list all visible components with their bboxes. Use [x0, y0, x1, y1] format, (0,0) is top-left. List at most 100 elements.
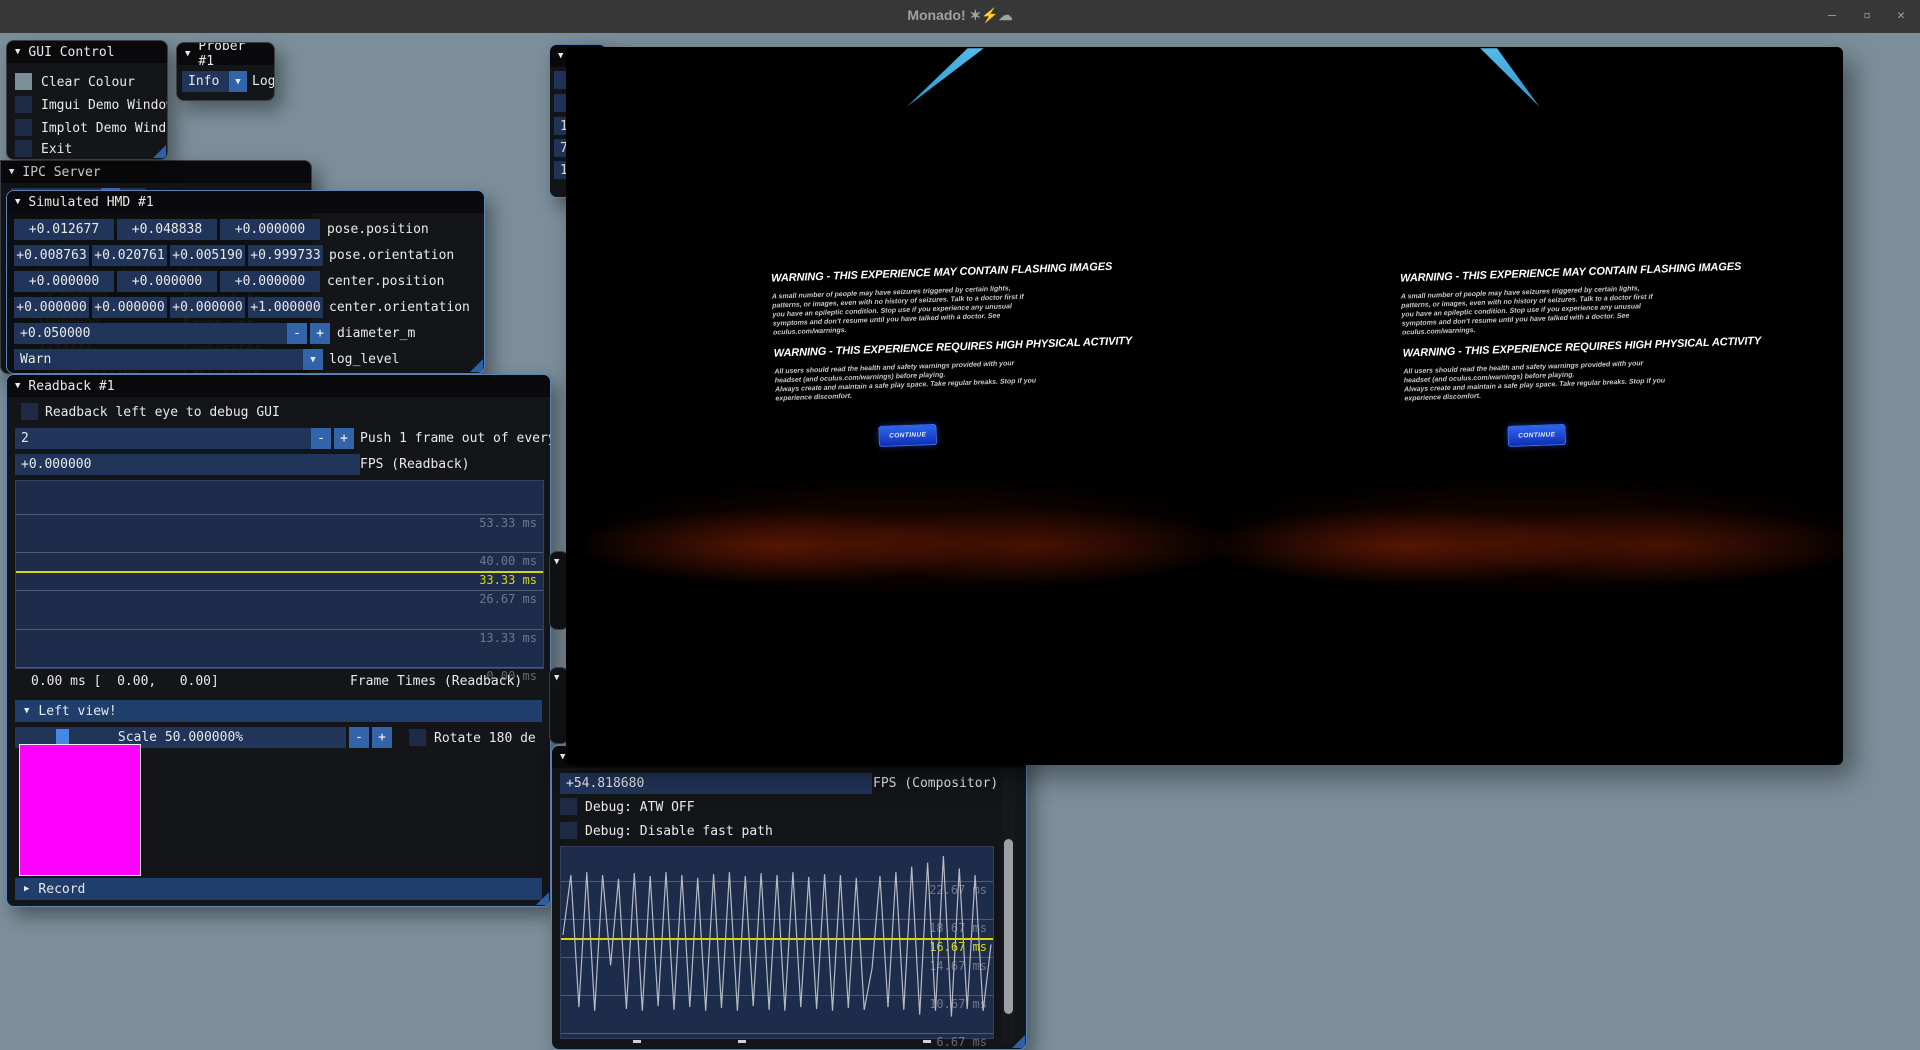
push-frames-minus-button[interactable]: -: [311, 428, 331, 449]
imgui-demo-checkbox[interactable]: [15, 96, 32, 113]
readback-left-eye-label: Readback left eye to debug GUI: [45, 405, 280, 420]
resize-grip[interactable]: [1012, 1035, 1025, 1048]
collapse-arrow-icon: ▼: [554, 673, 559, 683]
prober-log-label: Log: [252, 74, 275, 89]
prober-combo-value: Info: [188, 74, 219, 89]
implot-demo-checkbox[interactable]: [15, 119, 32, 136]
scrollbar-thumb[interactable]: [1004, 839, 1013, 1014]
exit-checkbox[interactable]: [15, 140, 32, 157]
diameter-input[interactable]: +0.050000: [14, 323, 290, 344]
prober-title: Prober #1: [198, 42, 266, 69]
collapse-arrow-icon[interactable]: ▼: [15, 197, 20, 207]
readback-plot-title: Frame Times (Readback): [350, 674, 522, 689]
center-position-x[interactable]: +0.000000: [14, 271, 114, 292]
log-level-combo-arrow[interactable]: ▼: [303, 349, 323, 370]
debug-atw-checkbox[interactable]: [560, 798, 577, 815]
plot-grid-label: 13.33 ms: [479, 631, 537, 645]
left-eye-warning-panel: WARNING - THIS EXPERIENCE MAY CONTAIN FL…: [771, 263, 1039, 450]
center-orientation-z[interactable]: +0.000000: [170, 297, 245, 318]
chevron-down-icon: ▼: [310, 355, 315, 365]
resize-grip[interactable]: [470, 359, 483, 372]
implot-demo-label: Implot Demo Window: [41, 121, 168, 136]
minimize-button[interactable]: –: [1822, 8, 1842, 23]
clipped-text-fragment: [923, 1040, 931, 1043]
scale-slider-label: Scale 50.000000%: [15, 730, 346, 745]
right-eye-streak: [1476, 47, 1546, 109]
readback-title: Readback #1: [28, 379, 114, 394]
pose-position-x[interactable]: +0.012677: [14, 219, 114, 240]
center-position-z[interactable]: +0.000000: [220, 271, 320, 292]
exit-label: Exit: [41, 142, 72, 157]
pose-position-y[interactable]: +0.048838: [117, 219, 217, 240]
compositor-frame-times-plot: 22.67 ms18.67 ms16.67 ms14.67 ms10.67 ms…: [560, 846, 994, 1039]
close-button[interactable]: ✕: [1891, 8, 1911, 23]
ipc-title-bar[interactable]: ▼ IPC Server: [1, 161, 311, 183]
prober-log-combo[interactable]: Info: [182, 71, 235, 92]
left-view-header[interactable]: ▼ Left view!: [15, 700, 542, 722]
push-frames-plus-button[interactable]: +: [334, 428, 354, 449]
warning-flashing-body: A small number of people may have seizur…: [1401, 283, 1664, 337]
pose-orientation-x[interactable]: +0.008763: [14, 245, 89, 266]
diameter-minus-button[interactable]: -: [287, 323, 307, 344]
center-position-y[interactable]: +0.000000: [117, 271, 217, 292]
collapse-arrow-icon[interactable]: ▼: [558, 51, 563, 61]
clear-colour-swatch[interactable]: [15, 73, 32, 90]
warning-activity-title: WARNING - THIS EXPERIENCE REQUIRES HIGH …: [1403, 338, 1665, 360]
left-eye-preview-image: [19, 744, 141, 876]
vr-compositor-view: WARNING - THIS EXPERIENCE MAY CONTAIN FL…: [566, 47, 1843, 765]
hmd-title-bar[interactable]: ▼ Simulated HMD #1: [7, 191, 484, 213]
gui-control-title-bar[interactable]: ▼ GUI Control: [7, 41, 167, 63]
collapse-arrow-icon[interactable]: ▼: [185, 49, 190, 59]
resize-grip[interactable]: [536, 892, 549, 905]
pose-position-z[interactable]: +0.000000: [220, 219, 320, 240]
warning-activity-title: WARNING - THIS EXPERIENCE REQUIRES HIGH …: [774, 338, 1036, 360]
collapse-arrow-icon[interactable]: ▼: [560, 752, 565, 762]
log-level-combo[interactable]: Warn: [14, 349, 309, 370]
collapse-arrow-icon: ▼: [24, 706, 29, 716]
clear-colour-label: Clear Colour: [41, 75, 135, 90]
right-eye-warning-panel: WARNING - THIS EXPERIENCE MAY CONTAIN FL…: [1400, 263, 1668, 450]
diameter-label: diameter_m: [337, 326, 415, 341]
record-header[interactable]: ▶ Record: [15, 878, 542, 900]
resize-grip[interactable]: [153, 145, 166, 158]
frame-times-series: [561, 847, 993, 1038]
continue-button: CONTINUE: [1507, 424, 1566, 447]
prober-combo-arrow[interactable]: ▼: [229, 71, 247, 92]
prober-title-bar[interactable]: ▼ Prober #1: [177, 43, 274, 65]
center-orientation-label: center.orientation: [329, 300, 470, 315]
plot-gridline: [16, 571, 543, 573]
push-frames-input[interactable]: 2: [15, 428, 315, 449]
readback-left-eye-checkbox[interactable]: [21, 403, 38, 420]
pose-orientation-z[interactable]: +0.005190: [170, 245, 245, 266]
plot-grid-label: 53.33 ms: [479, 516, 537, 530]
right-eye-horizon-glow: [1214, 447, 1843, 627]
scale-minus-button[interactable]: -: [349, 727, 369, 748]
diameter-plus-button[interactable]: +: [310, 323, 330, 344]
readback-title-bar[interactable]: ▼ Readback #1: [7, 375, 550, 397]
pose-orientation-w[interactable]: +0.999733: [248, 245, 323, 266]
collapse-arrow-icon[interactable]: ▼: [9, 167, 14, 177]
center-orientation-y[interactable]: +0.000000: [92, 297, 167, 318]
record-title: Record: [38, 882, 85, 897]
debug-fast-path-checkbox[interactable]: [560, 822, 577, 839]
center-position-label: center.position: [327, 274, 444, 289]
plot-grid-label: 40.00 ms: [479, 554, 537, 568]
plot-gridline: [16, 667, 543, 668]
pose-orientation-label: pose.orientation: [329, 248, 454, 263]
collapse-arrow-icon[interactable]: ▼: [15, 381, 20, 391]
window-simulated-hmd: ▼ Simulated HMD #1 +0.012677 +0.048838 +…: [6, 190, 485, 374]
readback-fps-input[interactable]: +0.000000: [15, 454, 360, 475]
collapse-arrow-icon[interactable]: ▼: [15, 47, 20, 57]
plot-grid-label: 33.33 ms: [479, 573, 537, 587]
maximize-button[interactable]: ▫: [1857, 8, 1877, 23]
compositor-fps-input[interactable]: +54.818680: [560, 773, 872, 794]
pose-orientation-y[interactable]: +0.020761: [92, 245, 167, 266]
gui-control-title: GUI Control: [28, 45, 114, 60]
scale-plus-button[interactable]: +: [372, 727, 392, 748]
center-orientation-w[interactable]: +1.000000: [248, 297, 323, 318]
warning-flashing-title: WARNING - THIS EXPERIENCE MAY CONTAIN FL…: [771, 263, 1033, 285]
rotate-180-checkbox[interactable]: [409, 729, 426, 746]
readback-frame-times-plot: 53.33 ms40.00 ms33.33 ms26.67 ms13.33 ms…: [15, 480, 544, 669]
log-level-label: log_level: [329, 352, 399, 367]
center-orientation-x[interactable]: +0.000000: [14, 297, 89, 318]
